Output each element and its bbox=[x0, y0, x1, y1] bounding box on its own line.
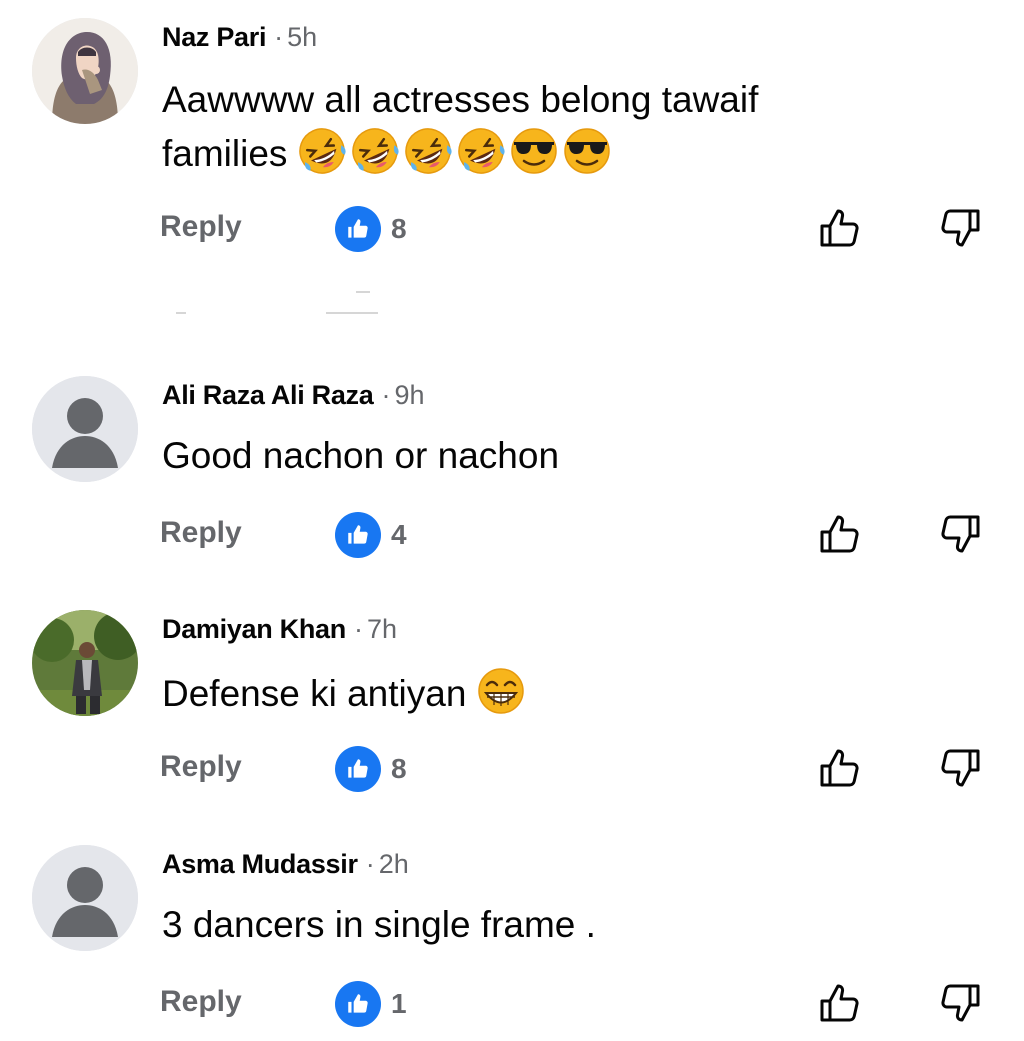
comment-text: Good nachon or nachon bbox=[162, 435, 560, 476]
separator-dot: · bbox=[381, 380, 391, 410]
comment-text: Defense ki antiyan bbox=[162, 666, 922, 720]
emoji-row bbox=[297, 126, 612, 176]
reaction-summary[interactable]: 4 bbox=[335, 512, 407, 558]
smiling-face-with-sunglasses-emoji-icon bbox=[562, 126, 612, 176]
comment-header: Ali Raza Ali Raza · 9h bbox=[162, 380, 425, 411]
comment-time[interactable]: 7h bbox=[367, 614, 397, 644]
reaction-summary[interactable]: 1 bbox=[335, 981, 407, 1027]
author-name[interactable]: Naz Pari bbox=[162, 22, 266, 52]
comment-text-fragment: families bbox=[162, 133, 288, 174]
default-avatar-icon bbox=[32, 376, 138, 482]
smiling-face-with-sunglasses-emoji-icon bbox=[509, 126, 559, 176]
avatar[interactable] bbox=[32, 845, 138, 951]
like-count: 4 bbox=[391, 519, 407, 550]
like-count: 8 bbox=[391, 213, 407, 244]
avatar[interactable] bbox=[32, 18, 138, 124]
comment-item: Naz Pari · 5h Aawwww all actresses belong … bbox=[0, 0, 1024, 330]
author-name[interactable]: Asma Mudassir bbox=[162, 849, 358, 879]
thumbs-down-icon[interactable] bbox=[937, 511, 983, 557]
comment-header: Naz Pari · 5h bbox=[162, 22, 317, 53]
reply-button[interactable]: Reply bbox=[160, 210, 242, 244]
thumbs-up-icon[interactable] bbox=[817, 205, 863, 251]
comment-text-fragment: Defense ki antiyan bbox=[162, 673, 467, 714]
like-reaction-icon bbox=[335, 512, 381, 558]
divider bbox=[356, 291, 370, 293]
divider bbox=[176, 312, 186, 314]
comment-item: Asma Mudassir · 2h 3 dancers in single fra… bbox=[0, 843, 1024, 1041]
comment-item: Ali Raza Ali Raza · 9h Good nachon or nach… bbox=[0, 374, 1024, 574]
emoji-row bbox=[476, 666, 526, 716]
thumbs-up-icon[interactable] bbox=[817, 511, 863, 557]
comment-text-line: Aawwww all actresses belong tawaif bbox=[162, 79, 759, 120]
separator-dot: · bbox=[274, 22, 284, 52]
like-reaction-icon bbox=[335, 206, 381, 252]
separator-dot: · bbox=[365, 849, 375, 879]
thumbs-up-icon[interactable] bbox=[817, 745, 863, 791]
thumbs-up-icon[interactable] bbox=[817, 980, 863, 1026]
thumbs-down-icon[interactable] bbox=[937, 745, 983, 791]
divider bbox=[326, 312, 378, 314]
hijab-woman-avatar-icon bbox=[32, 18, 138, 124]
grinning-face-emoji-icon bbox=[476, 666, 526, 716]
comment-header: Damiyan Khan · 7h bbox=[162, 614, 397, 645]
thumbs-down-icon[interactable] bbox=[937, 205, 983, 251]
man-outdoors-avatar-icon bbox=[32, 610, 138, 716]
reaction-summary[interactable]: 8 bbox=[335, 746, 407, 792]
comment-header: Asma Mudassir · 2h bbox=[162, 849, 409, 880]
comment-time[interactable]: 9h bbox=[394, 380, 424, 410]
reaction-summary[interactable]: 8 bbox=[335, 206, 407, 252]
thumbs-down-icon[interactable] bbox=[937, 980, 983, 1026]
like-reaction-icon bbox=[335, 746, 381, 792]
avatar[interactable] bbox=[32, 376, 138, 482]
comment-text-line: families bbox=[162, 126, 922, 180]
reply-button[interactable]: Reply bbox=[160, 750, 242, 784]
reply-button[interactable]: Reply bbox=[160, 985, 242, 1019]
default-avatar-icon bbox=[32, 845, 138, 951]
rolling-on-floor-laughing-emoji-icon bbox=[403, 126, 453, 176]
comment-time[interactable]: 2h bbox=[379, 849, 409, 879]
author-name[interactable]: Damiyan Khan bbox=[162, 614, 346, 644]
rolling-on-floor-laughing-emoji-icon bbox=[297, 126, 347, 176]
avatar[interactable] bbox=[32, 610, 138, 716]
comment-text: Aawwww all actresses belong tawaif famil… bbox=[162, 74, 922, 180]
author-name[interactable]: Ali Raza Ali Raza bbox=[162, 380, 374, 410]
like-count: 8 bbox=[391, 753, 407, 784]
rolling-on-floor-laughing-emoji-icon bbox=[350, 126, 400, 176]
like-reaction-icon bbox=[335, 981, 381, 1027]
separator-dot: · bbox=[353, 614, 363, 644]
reply-button[interactable]: Reply bbox=[160, 516, 242, 550]
like-count: 1 bbox=[391, 988, 407, 1019]
comment-text: 3 dancers in single frame . bbox=[162, 904, 596, 945]
comment-item: Damiyan Khan · 7h Defense ki antiyan Reply… bbox=[0, 608, 1024, 808]
comment-time[interactable]: 5h bbox=[287, 22, 317, 52]
rolling-on-floor-laughing-emoji-icon bbox=[456, 126, 506, 176]
